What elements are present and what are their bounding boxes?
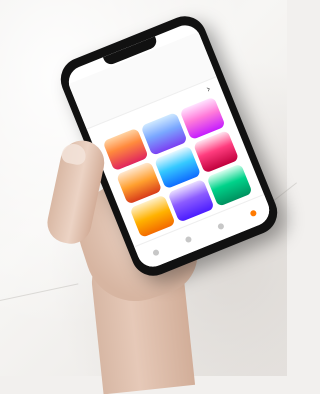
nav-icon [151,248,160,257]
nav-icon [184,235,192,244]
nav-item[interactable] [216,222,225,231]
nav-item[interactable] [248,209,257,218]
nav-icon [248,209,257,218]
nav-item[interactable] [151,248,160,257]
marble-vein [0,283,79,301]
nav-item[interactable] [184,235,192,244]
chevron-right-icon: › [204,83,213,96]
nav-icon [216,222,225,231]
